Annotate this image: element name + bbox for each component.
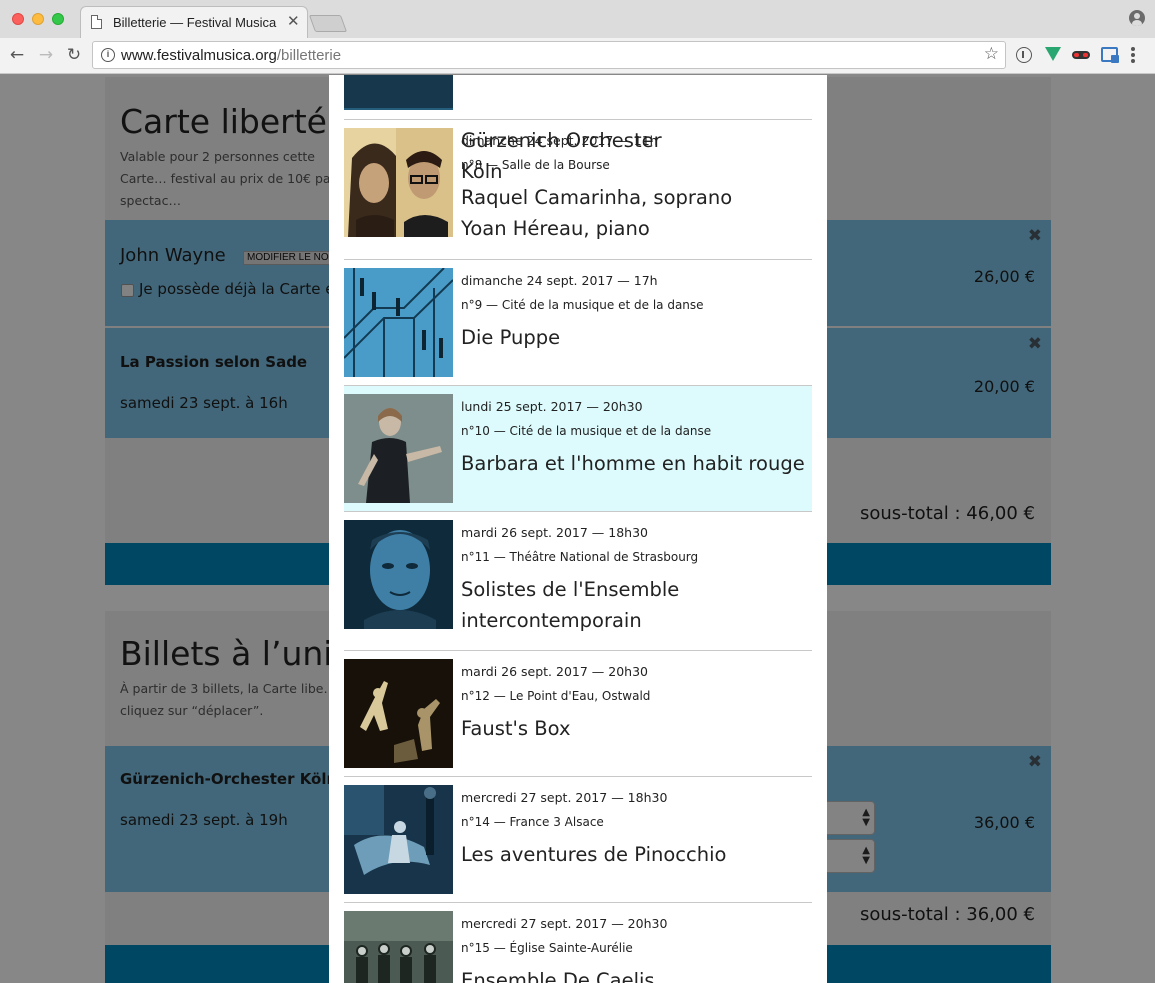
event-title-line: intercontemporain [461,609,642,632]
event-venue: n°11 — Théâtre National de Strasbourg [461,550,699,564]
event-title-line: Die Puppe [461,326,561,349]
event-date: mardi 26 sept. 2017 — 20h30 [461,664,648,679]
event-date: mercredi 27 sept. 2017 — 20h30 [461,916,668,931]
event-title-line: Yoan Héreau, piano [461,217,650,240]
event-date: lundi 25 sept. 2017 — 20h30 [461,399,643,414]
event-venue: n°8 — Salle de la Bourse [461,158,610,172]
event-title-line: Faust's Box [461,717,571,740]
event-venue: n°10 — Cité de la musique et de la danse [461,424,712,438]
maximize-window-button[interactable] [52,13,64,25]
event-date: mardi 26 sept. 2017 — 18h30 [461,525,648,540]
event-date: dimanche 24 sept. 2017 — 11h [461,133,658,148]
event-title: Raquel Camarinha, soprano Yoan Héreau, p… [461,182,806,244]
staircase-photo [344,268,453,377]
event-date: dimanche 24 sept. 2017 — 17h [461,273,658,288]
event-title-line: Barbara et l'homme en habit rouge [461,452,805,475]
forward-icon[interactable]: → [35,44,57,66]
info-icon[interactable]: i [101,48,115,62]
event-title: Ensemble De Caelis [461,965,806,983]
event-list-item[interactable]: Gürzenich Orchester Köln [344,75,812,183]
browser-toolbar: ← → ↻ i www.festivalmusica.org/billetter… [0,38,1155,74]
event-venue: n°9 — Cité de la musique et de la danse [461,298,704,312]
event-list-item[interactable]: mardi 26 sept. 2017 — 20h30 n°12 — Le Po… [344,651,812,776]
event-title-line: Les aventures de Pinocchio [461,843,727,866]
profile-icon[interactable] [1129,10,1145,26]
concert-picker-modal: Gürzenich Orchester Köln dimanche 24 sep… [329,75,827,983]
event-list-item[interactable]: dimanche 24 sept. 2017 — 11h n°8 — Salle… [344,120,812,259]
orchestra-photo [344,75,453,110]
close-window-button[interactable] [12,13,24,25]
event-title: Faust's Box [461,713,806,744]
tab-close-icon[interactable]: ✕ [287,12,300,30]
event-list-item[interactable]: dimanche 24 sept. 2017 — 17h n°9 — Cité … [344,260,812,385]
man-portrait-photo [344,520,453,629]
event-venue: n°15 — Église Sainte-Aurélie [461,941,633,955]
event-venue: n°14 — France 3 Alsace [461,815,604,829]
extension-info-icon[interactable] [1016,47,1032,63]
tab-title: Billetterie — Festival Musica [113,15,277,30]
vue-devtools-icon[interactable] [1045,47,1061,61]
reload-icon[interactable]: ↻ [63,44,85,66]
back-icon[interactable]: ← [6,44,28,66]
minimize-window-button[interactable] [32,13,44,25]
screenshot-extension-icon[interactable] [1101,47,1119,63]
event-date: mercredi 27 sept. 2017 — 18h30 [461,790,668,805]
bookmark-star-icon[interactable]: ☆ [984,44,999,64]
event-venue: n°12 — Le Point d'Eau, Ostwald [461,689,651,703]
singer-photo [344,394,453,503]
browser-tab[interactable]: Billetterie — Festival Musica ✕ [80,6,308,38]
event-title-line: Ensemble De Caelis [461,969,655,983]
new-tab-button[interactable] [308,15,348,32]
event-title: Die Puppe [461,322,806,353]
event-list-item-selected[interactable]: lundi 25 sept. 2017 — 20h30 n°10 — Cité … [344,386,812,511]
url-text[interactable]: www.festivalmusica.org/billetterie [121,47,341,64]
browser-tab-bar: Billetterie — Festival Musica ✕ [0,0,1155,38]
event-list-item[interactable]: mercredi 27 sept. 2017 — 18h30 n°14 — Fr… [344,777,812,902]
stage-photo [344,785,453,894]
event-title: Barbara et l'homme en habit rouge [461,448,806,479]
dancers-photo [344,659,453,768]
address-bar[interactable]: i www.festivalmusica.org/billetterie ☆ [92,41,1006,69]
more-menu-icon[interactable] [1131,47,1135,63]
event-title: Les aventures de Pinocchio [461,839,806,870]
mask-extension-icon[interactable] [1072,51,1090,59]
portrait-duo-photo [344,128,453,237]
event-title-line: Solistes de l'Ensemble [461,578,680,601]
ensemble-photo [344,911,453,983]
event-list-item[interactable]: mardi 26 sept. 2017 — 18h30 n°11 — Théât… [344,512,812,651]
event-title: Solistes de l'Ensemble intercontemporain [461,574,806,636]
event-title-line: Raquel Camarinha, soprano [461,186,733,209]
page-icon [91,15,102,29]
event-list-item[interactable]: mercredi 27 sept. 2017 — 20h30 n°15 — Ég… [344,903,812,983]
